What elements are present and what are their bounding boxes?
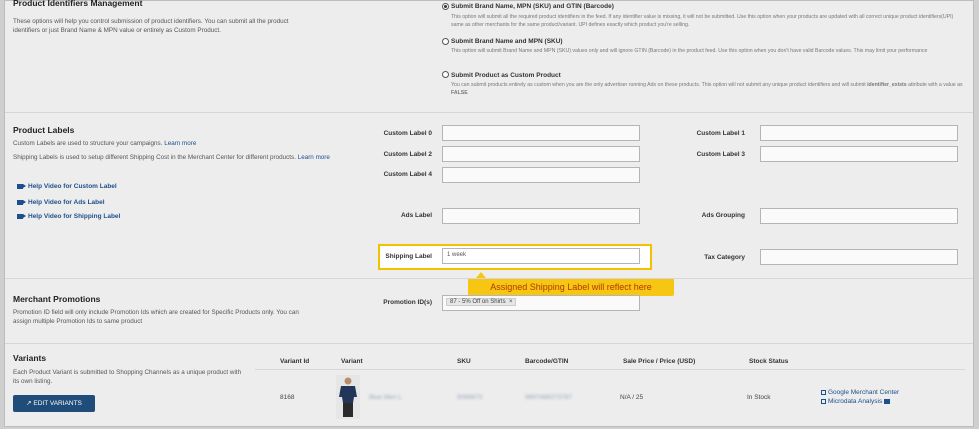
custom-label-4-label: Custom Label 4 bbox=[383, 171, 432, 178]
microdata-analysis-link[interactable]: Microdata Analysis bbox=[821, 398, 891, 405]
video-camera-icon bbox=[17, 213, 26, 219]
promotion-chip: 87 - 5% Off on Shirts × bbox=[446, 298, 517, 306]
ads-label-input[interactable] bbox=[442, 208, 640, 224]
option-all-desc: This option will submit all the required… bbox=[451, 14, 954, 28]
option-custom-desc-text2: attribute with a value as bbox=[908, 82, 963, 88]
learn-more-shipping-link-word2: more bbox=[315, 154, 330, 161]
col-variant: Variant bbox=[341, 358, 363, 365]
col-barcode: Barcode/GTIN bbox=[525, 358, 569, 365]
promotions-desc: Promotion ID field will only include Pro… bbox=[13, 309, 299, 325]
custom-label-1-input[interactable] bbox=[760, 125, 958, 141]
option-custom-title: Submit Product as Custom Product bbox=[451, 72, 561, 79]
custom-label-1-label: Custom Label 1 bbox=[696, 130, 745, 137]
row-variant-id: 8168 bbox=[280, 394, 295, 401]
google-merchant-center-link-text: Google Merchant Center bbox=[828, 389, 900, 396]
promotion-ids-input[interactable]: 87 - 5% Off on Shirts × bbox=[442, 295, 640, 311]
labels-desc-custom-text: Custom Labels are used to structure your… bbox=[13, 140, 163, 147]
external-link-icon: ↗ bbox=[26, 400, 32, 407]
ads-label-label: Ads Label bbox=[400, 212, 432, 219]
identifiers-description: These options will help you control subm… bbox=[13, 18, 289, 34]
option-custom-desc-value: FALSE bbox=[451, 90, 468, 96]
microdata-analysis-link-text: Microdata Analysis bbox=[828, 398, 883, 405]
custom-label-4-input[interactable] bbox=[442, 167, 640, 183]
promotions-section: Merchant Promotions Promotion ID field w… bbox=[5, 278, 973, 344]
custom-label-3-label: Custom Label 3 bbox=[696, 151, 745, 158]
option-brand-mpn-desc: This option will submit Brand Name and M… bbox=[451, 48, 928, 54]
tax-category-label: Tax Category bbox=[704, 254, 745, 261]
ads-grouping-input[interactable] bbox=[760, 208, 958, 224]
shipping-label-highlight: Shipping Label 1 week bbox=[378, 244, 652, 270]
shipping-label-label: Shipping Label bbox=[385, 253, 432, 260]
promotions-title: Merchant Promotions bbox=[13, 294, 101, 304]
custom-label-2-input[interactable] bbox=[442, 146, 640, 162]
video-camera-icon[interactable] bbox=[884, 398, 891, 404]
video-camera-icon bbox=[17, 199, 26, 205]
help-video-ads-label[interactable]: Help Video for Ads Label bbox=[17, 199, 105, 206]
row-sku: 9068673 bbox=[457, 394, 483, 401]
labels-desc-shipping: Shipping Labels is used to setup differe… bbox=[13, 153, 335, 162]
help-video-custom-label[interactable]: Help Video for Custom Label bbox=[17, 183, 117, 190]
promotion-chip-text: 87 - 5% Off on Shirts bbox=[450, 299, 506, 305]
identifiers-section: Product Identifiers Management These opt… bbox=[5, 0, 973, 113]
col-sku: SKU bbox=[457, 358, 471, 365]
help-video-custom-label-text: Help Video for Custom Label bbox=[28, 183, 117, 190]
option-custom-desc-text: You can submit products entirely as cust… bbox=[451, 82, 866, 88]
col-price: Sale Price / Price (USD) bbox=[623, 358, 696, 365]
custom-label-3-input[interactable] bbox=[760, 146, 958, 162]
option-brand-mpn-title: Submit Brand Name and MPN (SKU) bbox=[451, 38, 563, 45]
learn-more-shipping-link-word1: Learn bbox=[297, 154, 314, 161]
row-variant-name[interactable]: Blue Men L bbox=[369, 394, 402, 401]
help-video-ads-label-text: Help Video for Ads Label bbox=[28, 199, 105, 206]
radio-option-custom[interactable] bbox=[442, 71, 449, 78]
variants-table-header: Variant Id Variant SKU Barcode/GTIN Sale… bbox=[255, 356, 965, 370]
variant-thumbnail bbox=[336, 375, 360, 419]
edit-variants-button[interactable]: ↗ EDIT VARIANTS bbox=[13, 395, 95, 412]
shipping-label-input[interactable]: 1 week bbox=[442, 248, 640, 264]
external-link-icon bbox=[821, 399, 826, 404]
identifiers-title: Product Identifiers Management bbox=[13, 0, 143, 8]
labels-desc-shipping-text: Shipping Labels is used to setup differe… bbox=[13, 154, 296, 161]
product-settings-page: Product Identifiers Management These opt… bbox=[4, 0, 974, 427]
col-stock: Stock Status bbox=[749, 358, 789, 365]
external-link-icon bbox=[821, 390, 826, 395]
custom-label-0-input[interactable] bbox=[442, 125, 640, 141]
learn-more-shipping-link[interactable]: Learn more bbox=[298, 154, 330, 161]
radio-option-brand-mpn[interactable] bbox=[442, 38, 449, 45]
row-price: N/A / 25 bbox=[620, 394, 644, 401]
option-custom-desc: You can submit products entirely as cust… bbox=[451, 81, 963, 97]
video-camera-icon bbox=[17, 183, 26, 189]
col-variant-id: Variant Id bbox=[280, 358, 310, 365]
row-stock: In Stock bbox=[747, 394, 771, 401]
edit-variants-button-label: EDIT VARIANTS bbox=[33, 400, 82, 407]
option-all-title: Submit Brand Name, MPN (SKU) and GTIN (B… bbox=[451, 3, 614, 10]
custom-label-0-label: Custom Label 0 bbox=[383, 130, 432, 137]
help-video-shipping-label-text: Help Video for Shipping Label bbox=[28, 213, 121, 220]
variants-title: Variants bbox=[13, 353, 47, 363]
help-video-shipping-label[interactable]: Help Video for Shipping Label bbox=[17, 213, 120, 220]
variants-section: Variants Each Product Variant is submitt… bbox=[5, 344, 973, 426]
radio-option-all[interactable] bbox=[442, 3, 449, 10]
promotion-ids-label: Promotion ID(s) bbox=[383, 299, 432, 306]
tax-category-input[interactable] bbox=[760, 249, 958, 265]
learn-more-link[interactable]: Learn more bbox=[164, 140, 196, 147]
google-merchant-center-link[interactable]: Google Merchant Center bbox=[821, 389, 899, 396]
variants-desc: Each Product Variant is submitted to Sho… bbox=[13, 369, 242, 385]
row-barcode: 9897486373787 bbox=[525, 394, 572, 401]
ads-grouping-label: Ads Grouping bbox=[701, 212, 745, 219]
custom-label-2-label: Custom Label 2 bbox=[383, 151, 432, 158]
labels-title: Product Labels bbox=[13, 125, 75, 135]
labels-desc-custom: Custom Labels are used to structure your… bbox=[13, 139, 333, 148]
chip-remove-icon[interactable]: × bbox=[509, 299, 513, 305]
option-custom-desc-attr: identifier_exists bbox=[867, 82, 907, 88]
